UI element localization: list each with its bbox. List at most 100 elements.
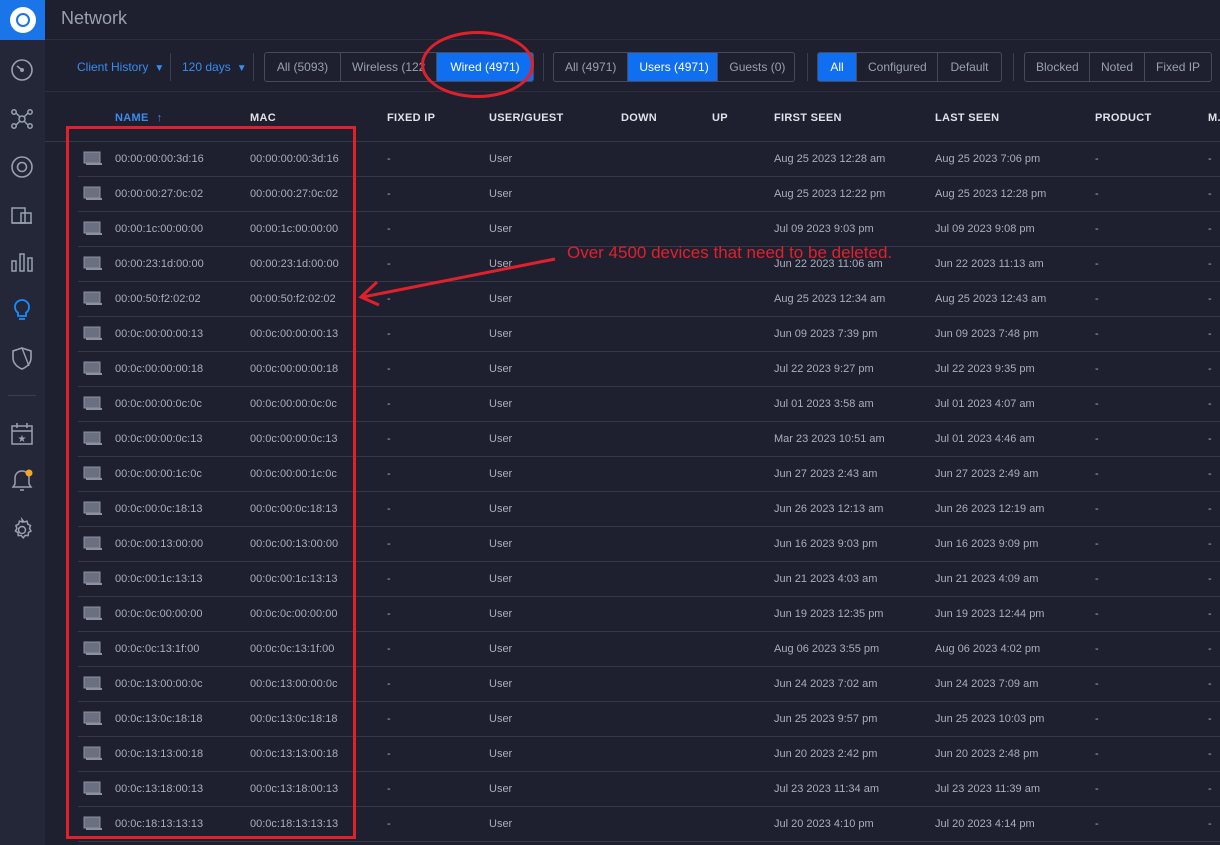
days-label: 120 days	[182, 60, 231, 74]
client-first-seen: Jun 19 2023 12:35 pm	[774, 608, 884, 620]
toolbar-divider	[543, 53, 544, 81]
client-m: -	[1208, 643, 1212, 655]
client-fixed-ip: -	[387, 398, 391, 410]
client-product: -	[1095, 398, 1099, 410]
clients-icon[interactable]	[7, 200, 37, 230]
column-down[interactable]: DOWN	[621, 112, 657, 124]
column-fixed-ip[interactable]: FIXED IP	[387, 112, 435, 124]
events-icon[interactable]: ★	[7, 419, 37, 449]
client-m: -	[1208, 573, 1212, 585]
client-product: -	[1095, 293, 1099, 305]
client-m: -	[1208, 748, 1212, 760]
client-type: User	[489, 748, 513, 760]
filter-default[interactable]: Default	[938, 53, 1001, 81]
client-m: -	[1208, 223, 1212, 235]
annotation-note: Over 4500 devices that need to be delete…	[567, 243, 893, 262]
client-product: -	[1095, 538, 1099, 550]
column-up[interactable]: UP	[712, 112, 728, 124]
column-m[interactable]: M.	[1208, 112, 1220, 124]
client-product: -	[1095, 468, 1099, 480]
client-m: -	[1208, 783, 1212, 795]
client-m: -	[1208, 538, 1212, 550]
client-first-seen: Aug 25 2023 12:34 am	[774, 293, 886, 305]
toolbar-divider	[1013, 53, 1014, 81]
chevron-down-icon: ▼	[154, 63, 165, 74]
settings-icon[interactable]	[7, 515, 37, 545]
topology-icon[interactable]	[7, 104, 37, 134]
dashboard-icon[interactable]	[7, 55, 37, 85]
client-type: User	[489, 608, 513, 620]
statistics-icon[interactable]	[7, 247, 37, 277]
client-last-seen: Jul 22 2023 9:35 pm	[935, 363, 1035, 375]
filter-guests[interactable]: Guests (0)	[718, 53, 794, 81]
column-last-seen[interactable]: LAST SEEN	[935, 112, 999, 124]
client-first-seen: Jun 09 2023 7:39 pm	[774, 328, 878, 340]
filter-noted[interactable]: Noted	[1090, 53, 1146, 81]
client-first-seen: Jul 23 2023 11:34 am	[774, 783, 879, 795]
column-mac[interactable]: MAC	[250, 112, 276, 124]
client-product: -	[1095, 503, 1099, 515]
sort-ascending-icon: ↑	[156, 112, 163, 124]
filter-fixed-ip[interactable]: Fixed IP	[1145, 53, 1211, 81]
header: Network	[45, 0, 1220, 40]
days-dropdown[interactable]: 120 days ▼	[182, 60, 247, 74]
client-first-seen: Jul 20 2023 4:10 pm	[774, 818, 874, 830]
flag-filter: Blocked Noted Fixed IP	[1024, 52, 1212, 82]
client-m: -	[1208, 818, 1212, 830]
devices-icon[interactable]	[7, 152, 37, 182]
column-name[interactable]: NAME ↑	[115, 112, 162, 124]
client-fixed-ip: -	[387, 363, 391, 375]
chevron-down-icon: ▼	[236, 63, 247, 74]
filter-users[interactable]: Users (4971)	[628, 53, 719, 81]
alerts-icon[interactable]	[7, 466, 37, 496]
column-user-guest[interactable]: USER/GUEST	[489, 112, 564, 124]
client-fixed-ip: -	[387, 153, 391, 165]
client-fixed-ip: -	[387, 678, 391, 690]
client-first-seen: Jun 26 2023 12:13 am	[774, 503, 884, 515]
client-m: -	[1208, 468, 1212, 480]
filter-blocked[interactable]: Blocked	[1025, 53, 1090, 81]
client-first-seen: Aug 06 2023 3:55 pm	[774, 643, 880, 655]
annotation-arrow	[358, 257, 556, 307]
sidebar: ★	[0, 0, 45, 845]
client-history-dropdown[interactable]: Client History ▼	[77, 60, 164, 74]
client-product: -	[1095, 818, 1099, 830]
client-type: User	[489, 468, 513, 480]
client-type: User	[489, 783, 513, 795]
client-product: -	[1095, 713, 1099, 725]
filter-configured[interactable]: Configured	[857, 53, 938, 81]
client-m: -	[1208, 398, 1212, 410]
client-product: -	[1095, 678, 1099, 690]
client-type: User	[489, 433, 513, 445]
client-type: User	[489, 713, 513, 725]
filter-all-users[interactable]: All (4971)	[554, 53, 629, 81]
client-last-seen: Jun 25 2023 10:03 pm	[935, 713, 1045, 725]
client-first-seen: Jul 09 2023 9:03 pm	[774, 223, 874, 235]
client-last-seen: Jun 20 2023 2:48 pm	[935, 748, 1039, 760]
annotation-circle	[421, 31, 534, 98]
insights-icon[interactable]	[7, 295, 37, 325]
client-fixed-ip: -	[387, 713, 391, 725]
client-type: User	[489, 538, 513, 550]
filter-toolbar: Client History ▼ 120 days ▼ All (5093) Wir…	[45, 40, 1220, 92]
config-filter: All Configured Default	[817, 52, 1002, 82]
unifi-logo[interactable]	[0, 0, 45, 40]
client-fixed-ip: -	[387, 468, 391, 480]
client-product: -	[1095, 188, 1099, 200]
client-last-seen: Jun 26 2023 12:19 am	[935, 503, 1045, 515]
client-type: User	[489, 153, 513, 165]
client-type: User	[489, 818, 513, 830]
client-first-seen: Jun 16 2023 9:03 pm	[774, 538, 878, 550]
client-last-seen: Jun 16 2023 9:09 pm	[935, 538, 1039, 550]
filter-config-all[interactable]: All	[818, 53, 857, 81]
page-title: Network	[61, 8, 128, 28]
column-first-seen[interactable]: FIRST SEEN	[774, 112, 842, 124]
shield-icon[interactable]	[7, 343, 37, 373]
filter-all-connections[interactable]: All (5093)	[265, 53, 341, 81]
client-last-seen: Jun 09 2023 7:48 pm	[935, 328, 1039, 340]
client-m: -	[1208, 433, 1212, 445]
column-product[interactable]: PRODUCT	[1095, 112, 1152, 124]
client-type: User	[489, 223, 513, 235]
client-product: -	[1095, 433, 1099, 445]
client-last-seen: Jun 21 2023 4:09 am	[935, 573, 1039, 585]
